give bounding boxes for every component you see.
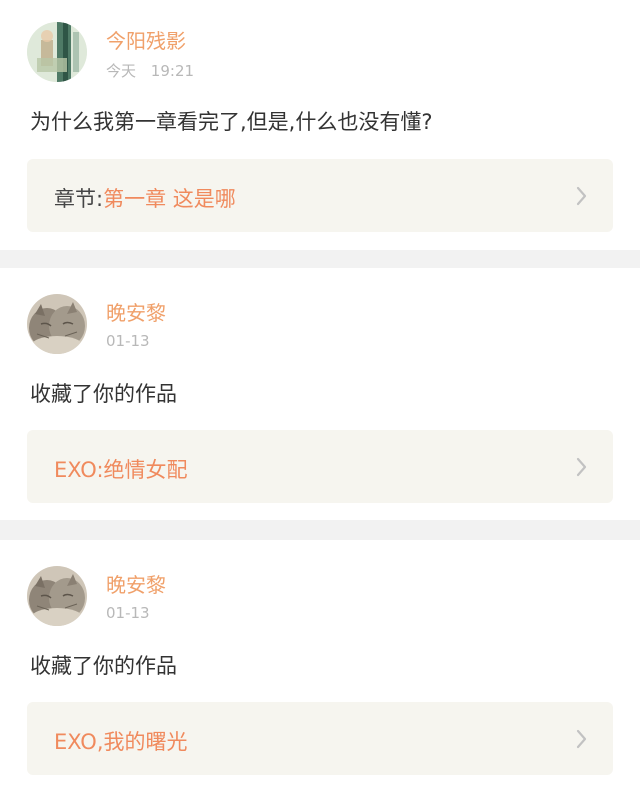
chevron-right-icon bbox=[576, 186, 587, 206]
avatar-cat-image bbox=[27, 566, 87, 626]
comment-text: 为什么我第一章看完了,但是,什么也没有懂? bbox=[30, 110, 433, 134]
chapter-prefix-label: 章节: bbox=[54, 187, 104, 211]
chapter-title: 第一章 这是哪 bbox=[103, 187, 236, 211]
notification-item: 晚安黎 01-13 收藏了你的作品 EXO,我的曙光 bbox=[0, 540, 640, 789]
card-text: EXO:绝情女配 bbox=[54, 454, 188, 484]
date-label: 01-13 bbox=[106, 604, 150, 622]
timestamp: 01-13 bbox=[106, 604, 150, 622]
username[interactable]: 晚安黎 bbox=[106, 569, 166, 598]
activity-text: 收藏了你的作品 bbox=[30, 382, 177, 406]
notification-item: 晚安黎 01-13 收藏了你的作品 EXO:绝情女配 bbox=[0, 268, 640, 520]
avatar[interactable] bbox=[27, 566, 87, 626]
avatar-cat-image bbox=[27, 294, 87, 354]
date-label: 今天 bbox=[106, 62, 137, 80]
separator bbox=[0, 520, 640, 540]
activity-text: 收藏了你的作品 bbox=[30, 654, 177, 678]
card-text: 章节:第一章 这是哪 bbox=[54, 183, 236, 213]
work-title: EXO:绝情女配 bbox=[54, 458, 188, 482]
avatar-image bbox=[27, 22, 87, 82]
notification-item: 今阳残影 今天 19:21 为什么我第一章看完了,但是,什么也没有懂? 章节:第… bbox=[0, 0, 640, 250]
time-label: 19:21 bbox=[150, 62, 195, 80]
date-label: 01-13 bbox=[106, 332, 150, 350]
avatar[interactable] bbox=[27, 22, 87, 82]
timestamp: 01-13 bbox=[106, 332, 150, 350]
work-title: EXO,我的曙光 bbox=[54, 730, 188, 754]
work-link-card[interactable]: EXO,我的曙光 bbox=[27, 702, 613, 775]
card-text: EXO,我的曙光 bbox=[54, 726, 188, 756]
notification-feed: 今阳残影 今天 19:21 为什么我第一章看完了,但是,什么也没有懂? 章节:第… bbox=[0, 0, 640, 789]
avatar[interactable] bbox=[27, 294, 87, 354]
separator bbox=[0, 250, 640, 268]
chevron-right-icon bbox=[576, 729, 587, 749]
timestamp: 今天 19:21 bbox=[106, 60, 194, 81]
username[interactable]: 晚安黎 bbox=[106, 297, 166, 326]
work-link-card[interactable]: EXO:绝情女配 bbox=[27, 430, 613, 503]
username[interactable]: 今阳残影 bbox=[106, 25, 186, 54]
chevron-right-icon bbox=[576, 457, 587, 477]
chapter-link-card[interactable]: 章节:第一章 这是哪 bbox=[27, 159, 613, 232]
